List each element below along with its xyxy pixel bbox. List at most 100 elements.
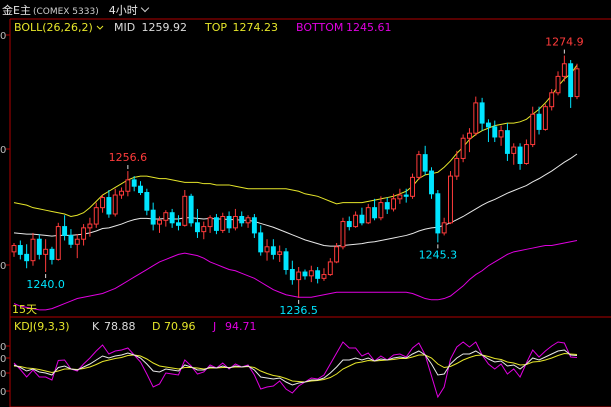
candle-body	[68, 234, 74, 245]
candle	[283, 248, 289, 275]
candle-body	[485, 122, 491, 128]
candle-body	[473, 102, 479, 134]
candle	[24, 244, 30, 269]
kdj-d-value: 70.96	[164, 320, 196, 333]
candle	[188, 193, 194, 227]
candle-body	[504, 130, 510, 154]
candle	[498, 125, 504, 146]
annotation-label: 1236.5	[279, 304, 318, 317]
candle-body	[536, 113, 542, 130]
candle	[194, 208, 200, 238]
candle	[340, 217, 346, 250]
candle	[30, 232, 36, 266]
candle-body	[270, 246, 276, 255]
boll-bottom-line	[13, 239, 578, 311]
candle-body	[24, 253, 30, 262]
price-tick-label: 0	[0, 261, 6, 272]
candle-body	[365, 207, 371, 224]
candle	[138, 181, 143, 196]
candle	[460, 134, 466, 163]
boll-top-value-key: TOP	[204, 21, 227, 34]
candle-body	[125, 179, 131, 192]
candle-body	[43, 248, 49, 255]
candle-body	[87, 223, 93, 229]
boll-top-value: 1274.23	[233, 21, 279, 34]
candle-body	[479, 102, 485, 124]
candle	[239, 211, 245, 227]
candle	[289, 260, 295, 285]
chart-canvas[interactable]: 0000000BOLL(26,26,2) MID 1259.92 TOP 1274.23…	[0, 0, 611, 407]
candle-body	[435, 193, 441, 234]
candle-body	[334, 246, 340, 263]
candle-body	[561, 63, 567, 77]
boll-bottom-value: 1245.61	[346, 21, 392, 34]
candle	[327, 258, 333, 276]
candle-body	[315, 270, 321, 279]
candle	[466, 128, 472, 153]
candle-body	[157, 219, 162, 225]
candle	[74, 234, 80, 259]
candle	[549, 89, 555, 111]
candle	[429, 167, 434, 199]
candle	[144, 188, 150, 216]
candle	[574, 63, 580, 100]
candle	[359, 207, 365, 226]
candle-body	[245, 217, 251, 224]
candle	[435, 189, 441, 243]
candle-body	[542, 106, 548, 130]
candle-body	[327, 261, 333, 276]
candle	[68, 229, 74, 249]
candle-body	[74, 238, 80, 245]
candle	[296, 266, 302, 298]
candle	[49, 246, 55, 265]
candle-body	[530, 113, 536, 146]
candle-body	[220, 215, 226, 231]
candle	[504, 123, 510, 161]
candle	[43, 239, 49, 273]
kdj-d-key: D	[152, 320, 160, 333]
candle	[125, 171, 131, 197]
candle-body	[289, 269, 295, 281]
candle-body	[11, 245, 17, 253]
annotation-label: 1256.6	[109, 151, 148, 164]
candle	[346, 216, 352, 231]
candle-body	[410, 176, 415, 197]
candle-body	[429, 170, 434, 195]
candle	[555, 71, 561, 96]
candle-body	[460, 137, 466, 159]
candle-body	[150, 209, 156, 225]
candle-body	[353, 214, 359, 228]
candle	[441, 217, 447, 236]
candle-body	[169, 212, 175, 224]
kdj-legend: KDJ(9,3,3) K 78.88 D 70.96 J 94.71	[14, 320, 257, 333]
candle-body	[378, 202, 384, 219]
candle	[81, 224, 87, 246]
kdj-k-value: 78.88	[104, 320, 136, 333]
period-label: 15天	[12, 303, 37, 316]
candle	[163, 210, 169, 227]
candle	[207, 215, 213, 233]
candle	[17, 240, 23, 260]
boll-top-line	[13, 64, 578, 218]
candle-body	[391, 198, 397, 210]
candle-body	[416, 154, 422, 178]
candle	[106, 189, 112, 218]
candle-body	[422, 154, 428, 172]
candle	[511, 143, 517, 165]
candle	[542, 104, 548, 131]
candle-body	[277, 251, 283, 255]
candle-body	[258, 232, 264, 253]
candle-body	[55, 226, 61, 260]
candle-body	[283, 251, 289, 271]
candle	[150, 202, 156, 231]
candle-body	[119, 190, 125, 196]
candle-body	[62, 226, 68, 236]
candle	[112, 188, 118, 217]
candle-body	[264, 246, 270, 253]
candle-body	[213, 217, 219, 231]
candle-body	[384, 202, 390, 210]
candle	[448, 171, 453, 225]
candle	[479, 97, 485, 131]
kdj-j-value: 94.71	[225, 320, 257, 333]
candle-body	[112, 194, 118, 215]
